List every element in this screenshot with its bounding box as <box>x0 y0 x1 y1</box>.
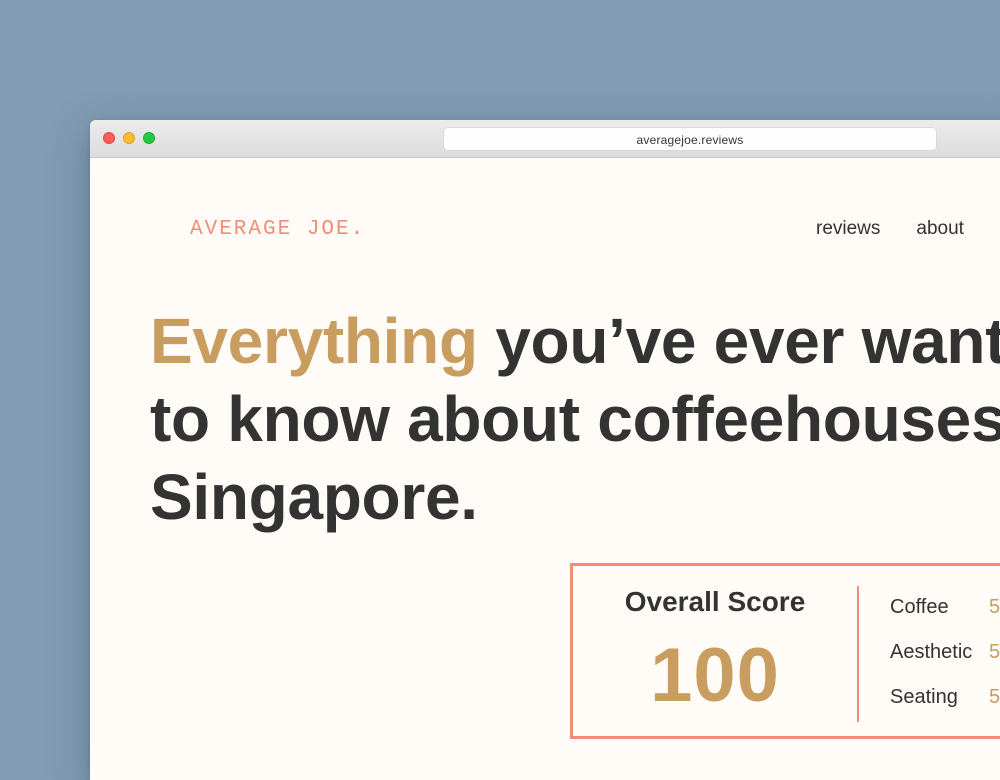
score-row-label: Seating <box>890 686 958 708</box>
score-row-label: Aesthetic <box>890 641 973 663</box>
browser-window: averagejoe.reviews AVERAGE JOE. reviews a… <box>90 120 1000 780</box>
site-logo[interactable]: AVERAGE JOE. <box>190 218 365 241</box>
score-divider <box>857 586 859 722</box>
main-nav: reviews about <box>816 218 1000 240</box>
score-row-aesthetic: Aesthetic 5 <box>890 641 1000 664</box>
nav-link-reviews[interactable]: reviews <box>816 218 880 239</box>
minimize-window-button[interactable] <box>123 132 135 144</box>
score-row-seating: Seating 5 <box>890 686 1000 709</box>
score-row-value: 5 <box>989 686 1000 708</box>
score-row-value: 5 <box>989 596 1000 618</box>
nav-link-about[interactable]: about <box>916 218 964 239</box>
score-card: Overall Score 100 Coffee 5 Aesthetic 5 S… <box>570 563 1000 739</box>
address-bar[interactable]: averagejoe.reviews <box>444 128 936 150</box>
close-window-button[interactable] <box>103 132 115 144</box>
overall-score-label: Overall Score <box>624 586 806 617</box>
hero-line-1: you’ve ever wanted <box>495 305 1000 377</box>
hero-accent-word: Everything <box>150 305 478 377</box>
hero-line-3: Singapore. <box>150 461 478 533</box>
score-row-label: Coffee <box>890 596 949 618</box>
browser-titlebar: averagejoe.reviews <box>90 120 1000 158</box>
hero-line-2: to know about coffeehouses in <box>150 383 1000 455</box>
overall-score-value: 100 <box>650 633 780 718</box>
maximize-window-button[interactable] <box>143 132 155 144</box>
score-row-coffee: Coffee 5 <box>890 596 1000 619</box>
hero-heading: Everything you’ve ever wantedto know abo… <box>150 302 1000 536</box>
score-row-value: 5 <box>989 641 1000 663</box>
page-content: AVERAGE JOE. reviews about Everything you… <box>90 158 1000 780</box>
